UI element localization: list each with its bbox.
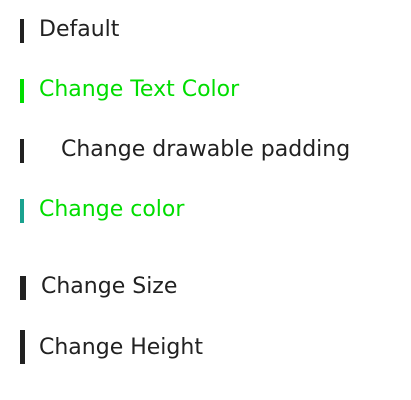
item-label: Change drawable padding [61,137,351,162]
indicator-bar [20,199,24,223]
indicator-bar [20,276,26,300]
indicator-bar [20,139,24,163]
list-item-change-text-color[interactable]: Change Text Color [0,77,411,139]
list-item-change-height[interactable]: Change Height [0,330,411,390]
item-label: Default [39,17,120,42]
indicator-bar [20,330,25,364]
list-item-default[interactable]: Default [0,17,411,79]
list-item-change-size[interactable]: Change Size [0,274,411,336]
item-label: Change color [39,197,185,222]
item-label: Change Height [39,335,203,360]
indicator-bar [20,79,24,103]
item-label: Change Size [41,274,178,299]
item-label: Change Text Color [39,77,240,102]
indicator-bar [20,19,24,43]
text-view-list: Default Change Text Color Change drawabl… [0,0,411,400]
list-item-change-drawable-padding[interactable]: Change drawable padding [0,137,411,199]
list-item-change-color[interactable]: Change color [0,197,411,259]
